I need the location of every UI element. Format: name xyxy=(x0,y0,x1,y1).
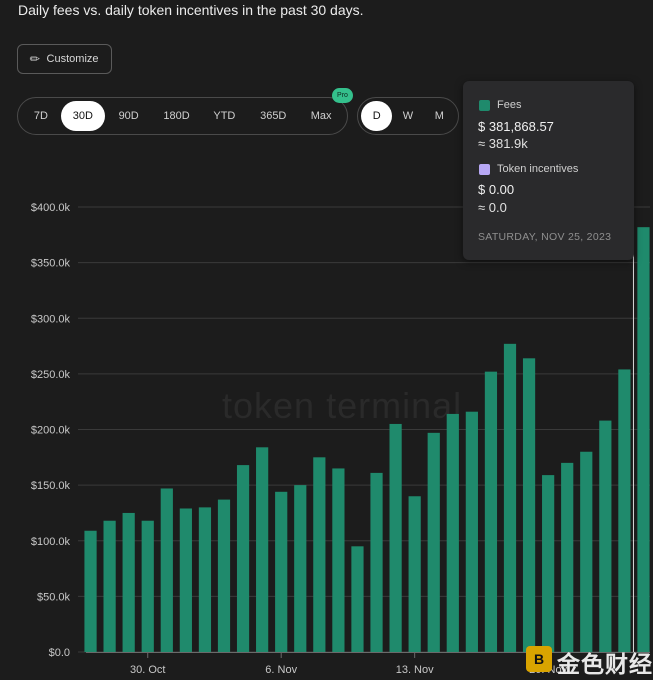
fees-bar[interactable] xyxy=(332,468,345,652)
fees-bar[interactable] xyxy=(465,411,478,652)
y-tick-label: $350.0k xyxy=(31,258,71,270)
tooltip-incentives-value: $ 0.00 xyxy=(478,182,515,197)
fees-bar[interactable] xyxy=(236,465,250,652)
tooltip-fees-value: $ 381,868.57 xyxy=(478,119,554,134)
jinse-logo-text: 金色财经 xyxy=(557,652,653,678)
fees-bar[interactable] xyxy=(313,457,326,652)
fees-bar[interactable] xyxy=(370,472,383,652)
y-tick-label: $100.0k xyxy=(31,536,71,548)
fees-bar[interactable] xyxy=(179,508,192,652)
y-tick-label: $150.0k xyxy=(31,480,71,492)
jinse-logo-icon: B xyxy=(526,646,552,672)
fees-bar[interactable] xyxy=(580,451,593,652)
fees-bar[interactable] xyxy=(122,512,135,652)
tooltip-incentives-approx: ≈ 0.0 xyxy=(478,200,507,215)
y-tick-label: $300.0k xyxy=(31,313,71,325)
fees-bar[interactable] xyxy=(217,499,231,652)
fees-bar[interactable] xyxy=(160,488,173,652)
fees-bar[interactable] xyxy=(542,475,555,652)
fees-bar[interactable] xyxy=(618,369,631,652)
fees-bar[interactable] xyxy=(599,420,612,652)
fees-bar[interactable] xyxy=(294,485,307,652)
fees-bar[interactable] xyxy=(446,413,459,652)
tooltip-incentives-name: Token incentives xyxy=(497,163,579,175)
fees-bar[interactable] xyxy=(427,432,440,652)
fees-bar[interactable] xyxy=(503,343,517,652)
x-tick-label: 13. Nov xyxy=(396,664,434,676)
fees-bar[interactable] xyxy=(484,371,498,652)
fees-bar[interactable] xyxy=(522,358,536,652)
fees-bar[interactable] xyxy=(141,520,154,652)
y-tick-label: $200.0k xyxy=(31,425,71,437)
fees-bar[interactable] xyxy=(256,447,269,652)
x-tick-label: 6. Nov xyxy=(265,664,297,676)
fees-bar[interactable] xyxy=(84,530,97,652)
tooltip-fees-approx: ≈ 381.9k xyxy=(478,136,528,151)
tooltip-date: SATURDAY, NOV 25, 2023 xyxy=(478,231,612,243)
x-tick-label: 30. Oct xyxy=(130,664,165,676)
fees-bar[interactable] xyxy=(389,423,402,652)
fees-bar[interactable] xyxy=(103,520,116,652)
y-tick-label: $0.0 xyxy=(49,647,70,659)
token-incentives-swatch xyxy=(479,164,490,175)
fees-bar[interactable] xyxy=(275,491,288,652)
tooltip-fees-name: Fees xyxy=(497,99,522,111)
fees-swatch xyxy=(479,100,490,111)
chart-tooltip: Fees $ 381,868.57 ≈ 381.9k Token incenti… xyxy=(463,81,634,260)
y-tick-label: $50.0k xyxy=(37,591,71,603)
fees-bar[interactable] xyxy=(408,496,421,652)
y-tick-label: $250.0k xyxy=(31,369,71,381)
fees-bar[interactable] xyxy=(637,227,650,653)
fees-bar[interactable] xyxy=(561,462,574,652)
fees-bar[interactable] xyxy=(351,546,364,652)
y-tick-label: $400.0k xyxy=(31,202,71,214)
fees-bar[interactable] xyxy=(198,507,212,652)
